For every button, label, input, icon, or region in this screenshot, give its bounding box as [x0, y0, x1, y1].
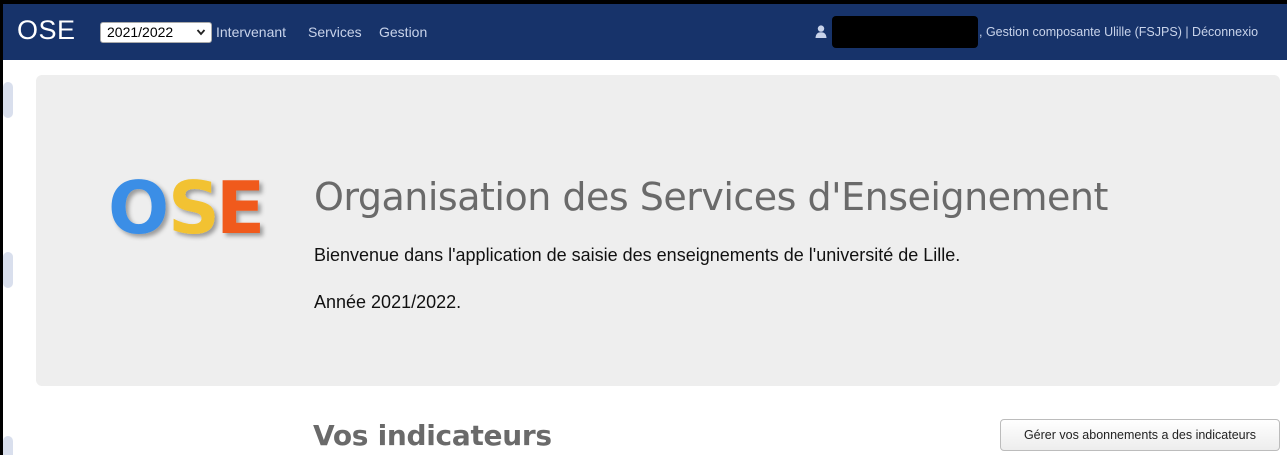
manage-subscriptions-button[interactable]: Gérer vos abonnements a des indicateurs: [1000, 419, 1280, 451]
top-navbar: OSE 2021/2022 Intervenant Services Gesti…: [3, 4, 1287, 60]
nav-link-gestion[interactable]: Gestion: [379, 23, 427, 41]
logo-letter-s: S: [168, 166, 220, 250]
redacted-user-name: [832, 16, 978, 48]
logo-letter-e: E: [216, 166, 265, 250]
user-role-logout[interactable]: , Gestion composante Ulille (FSJPS) | Dé…: [979, 24, 1258, 40]
page-title: Organisation des Services d'Enseignement: [314, 175, 1108, 219]
left-decoration: [3, 60, 15, 455]
ose-logo: O S E: [108, 163, 278, 253]
chevron-down-icon: [196, 23, 206, 49]
nav-link-intervenant[interactable]: Intervenant: [216, 23, 286, 41]
year-select-value: 2021/2022: [107, 24, 174, 40]
logo-letter-o: O: [108, 166, 169, 250]
welcome-text: Bienvenue dans l'application de saisie d…: [314, 245, 961, 265]
brand-logo[interactable]: OSE: [17, 15, 76, 45]
user-icon: [815, 25, 827, 38]
academic-year-text: Année 2021/2022.: [314, 292, 462, 312]
year-select[interactable]: 2021/2022: [100, 22, 212, 43]
nav-link-services[interactable]: Services: [308, 23, 362, 41]
welcome-jumbotron: O S E Organisation des Services d'Enseig…: [36, 75, 1280, 386]
indicators-heading: Vos indicateurs: [313, 419, 552, 452]
